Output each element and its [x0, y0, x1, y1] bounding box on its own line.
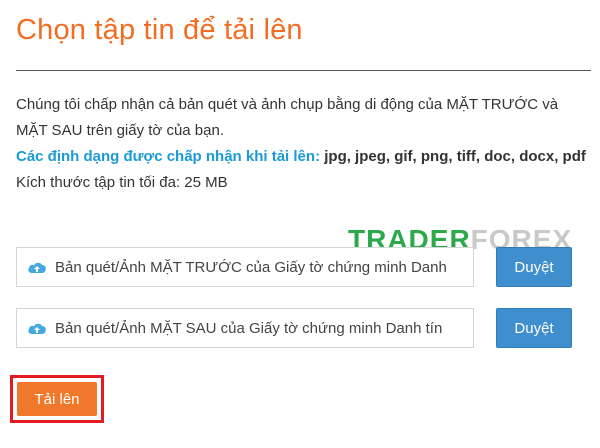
back-file-label: Bản quét/Ảnh MẶT SAU của Giấy tờ chứng m…: [55, 319, 443, 337]
front-file-label: Bản quét/Ảnh MẶT TRƯỚC của Giấy tờ chứng…: [55, 258, 447, 276]
front-file-row: Bản quét/Ảnh MẶT TRƯỚC của Giấy tờ chứng…: [16, 247, 576, 289]
upload-instructions: Chúng tôi chấp nhận cả bản quét và ảnh c…: [16, 92, 591, 196]
cloud-upload-icon: [28, 262, 46, 273]
formats-line: Các định dạng được chấp nhận khi tải lên…: [16, 144, 591, 170]
page-title: Chọn tập tin để tải lên: [16, 14, 303, 46]
back-file-row: Bản quét/Ảnh MẶT SAU của Giấy tờ chứng m…: [16, 308, 576, 350]
back-browse-button[interactable]: Duyệt: [496, 308, 572, 348]
title-divider: [16, 70, 591, 71]
max-size-text: Kích thước tập tin tối đa: 25 MB: [16, 174, 228, 191]
upload-button[interactable]: Tải lên: [17, 382, 97, 416]
cloud-upload-icon: [28, 323, 46, 334]
front-browse-button[interactable]: Duyệt: [496, 247, 572, 287]
upload-highlight-box: Tải lên: [10, 375, 104, 423]
front-file-input[interactable]: Bản quét/Ảnh MẶT TRƯỚC của Giấy tờ chứng…: [16, 247, 474, 287]
formats-label: Các định dạng được chấp nhận khi tải lên…: [16, 148, 321, 165]
formats-value: jpg, jpeg, gif, png, tiff, doc, docx, pd…: [324, 148, 586, 165]
description-text: Chúng tôi chấp nhận cả bản quét và ảnh c…: [16, 96, 559, 139]
back-file-input[interactable]: Bản quét/Ảnh MẶT SAU của Giấy tờ chứng m…: [16, 308, 474, 348]
